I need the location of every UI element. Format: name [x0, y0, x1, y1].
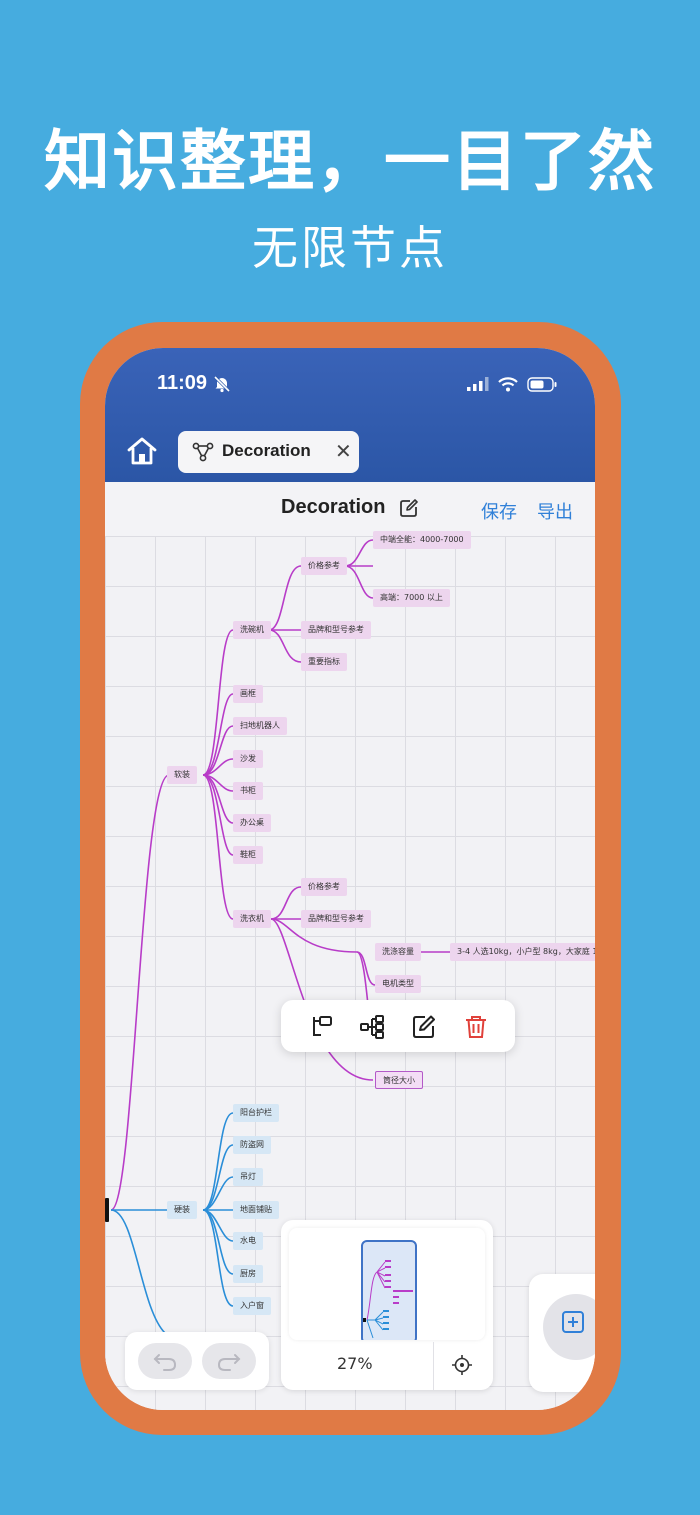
mindmap-node[interactable]: 水电	[233, 1232, 263, 1250]
divider	[433, 1342, 434, 1390]
history-panel	[125, 1332, 269, 1390]
add-node-icon[interactable]	[561, 1310, 585, 1334]
minimap[interactable]	[289, 1228, 485, 1340]
mindmap-node[interactable]: 鞋柜	[233, 846, 263, 864]
mindmap-node[interactable]: 阳台护栏	[233, 1104, 279, 1122]
node-action-toolbar	[281, 1000, 515, 1052]
mindmap-node[interactable]: 品牌和型号参考	[301, 910, 371, 928]
mindmap-node[interactable]: 扫地机器人	[233, 717, 287, 735]
mindmap-node-selected[interactable]: 筒径大小	[375, 1071, 423, 1089]
mindmap-node[interactable]: 软装	[167, 766, 197, 784]
minimap-panel: 27%	[281, 1220, 493, 1390]
mindmap-node[interactable]: 品牌和型号参考	[301, 621, 371, 639]
mindmap-node[interactable]: 硬装	[167, 1201, 197, 1219]
mindmap-node[interactable]: 沙发	[233, 750, 263, 768]
mindmap-node[interactable]: 书柜	[233, 782, 263, 800]
mindmap-node[interactable]: 电机类型	[375, 975, 421, 993]
mindmap-node[interactable]: 入户窗	[233, 1297, 271, 1315]
layout-icon[interactable]	[359, 1014, 385, 1040]
mindmap-node[interactable]: 画框	[233, 685, 263, 703]
minimap-preview	[363, 1260, 413, 1339]
crosshair-icon[interactable]	[451, 1354, 473, 1376]
mindmap-node[interactable]: 洗衣机	[233, 910, 271, 928]
redo-icon	[217, 1354, 241, 1371]
mindmap-node[interactable]: 洗涤容量	[375, 943, 421, 961]
mindmap-node[interactable]: 价格参考	[301, 878, 347, 896]
mindmap-node[interactable]: 厨房	[233, 1265, 263, 1283]
zoom-level: 27%	[337, 1354, 373, 1373]
app-screen: 11:09 Decoration ✕ Decoration 保存 导出 中端全能…	[105, 348, 595, 1410]
undo-icon	[153, 1354, 177, 1371]
mindmap-node[interactable]: 价格参考	[301, 557, 347, 575]
undo-button[interactable]	[138, 1343, 192, 1379]
minimap-viewport[interactable]	[361, 1240, 417, 1340]
promo-headline: 知识整理，一目了然	[44, 123, 656, 200]
redo-button[interactable]	[202, 1343, 256, 1379]
mindmap-node[interactable]: 防盗网	[233, 1136, 271, 1154]
trash-icon[interactable]	[463, 1014, 489, 1040]
mindmap-node[interactable]: 洗碗机	[233, 621, 271, 639]
mindmap-node[interactable]: 重要指标	[301, 653, 347, 671]
mindmap-node[interactable]: 吊灯	[233, 1168, 263, 1186]
add-panel	[529, 1274, 595, 1392]
add-child-icon[interactable]	[309, 1014, 335, 1040]
mindmap-node[interactable]: 中端全能：4000-7000	[373, 531, 471, 549]
mindmap-node[interactable]: 办公桌	[233, 814, 271, 832]
mindmap-node[interactable]: 高端：7000 以上	[373, 589, 450, 607]
mindmap-node[interactable]: 3-4 人选10kg，小户型 8kg，大家庭 12kg	[450, 943, 595, 961]
mindmap-node[interactable]: 地面铺贴	[233, 1201, 279, 1219]
note-icon[interactable]	[411, 1014, 437, 1040]
promo-subheadline: 无限节点	[252, 221, 448, 275]
